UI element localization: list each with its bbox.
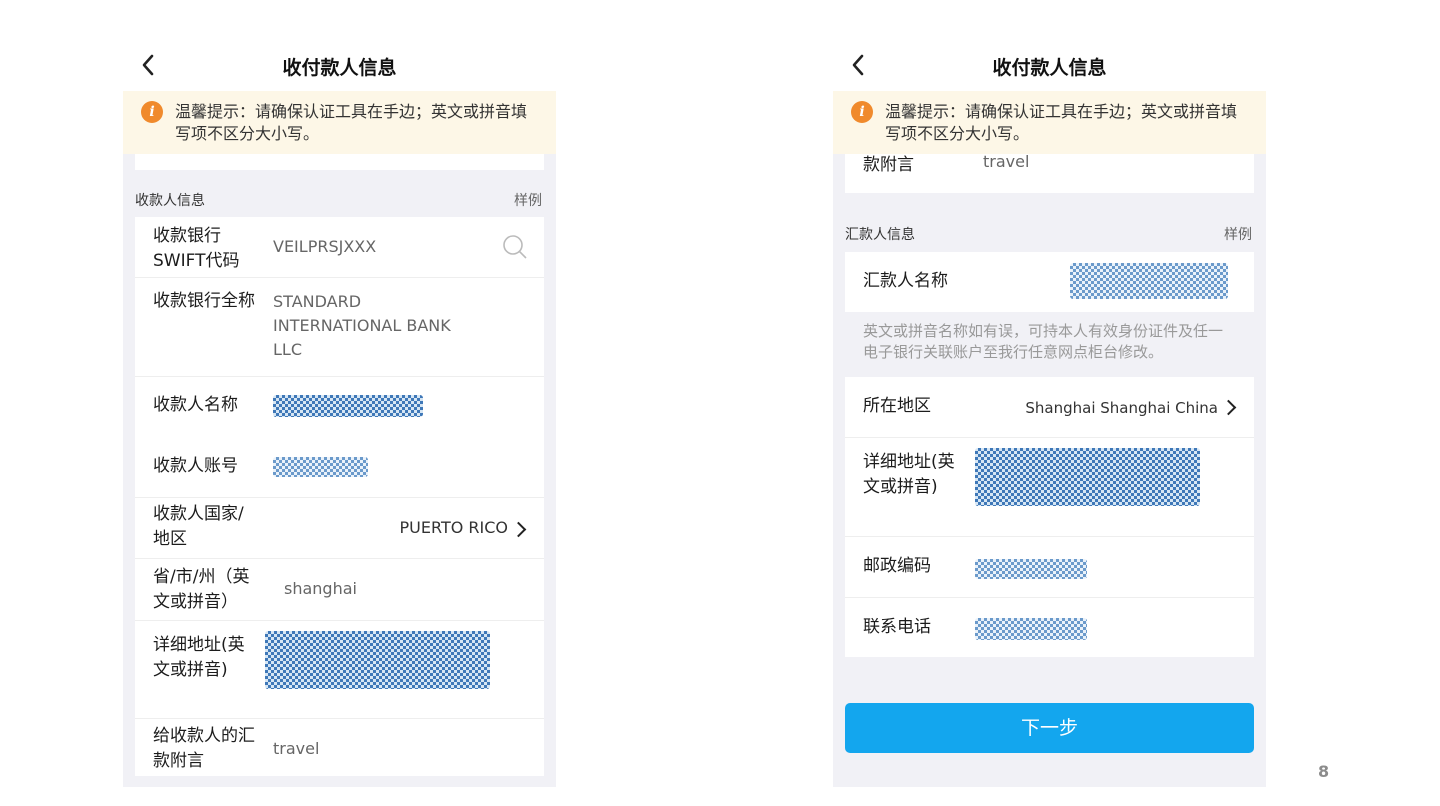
swift-label: 收款银行SWIFT代码 (153, 226, 240, 271)
remitter-name-label: 汇款人名称 (863, 271, 948, 291)
memo-label: 给收款人的汇款附言 (153, 726, 255, 771)
section-header: 收款人信息 样例 (135, 190, 544, 210)
province-label: 省/市/州（英文或拼音） (153, 567, 250, 612)
remitter-name-redacted (1070, 263, 1228, 299)
section-title: 汇款人信息 (845, 227, 915, 243)
phone-label: 联系电话 (863, 617, 931, 637)
scrolled-card-edge (135, 154, 544, 170)
info-icon: i (851, 101, 873, 123)
address-row[interactable]: 详细地址(英文或拼音) (135, 621, 544, 719)
tip-text: 温馨提示：请确保认证工具在手边；英文或拼音填写项不区分大小写。 (175, 102, 528, 143)
region-label: 所在地区 (863, 396, 931, 416)
sample-link[interactable]: 样例 (514, 190, 542, 210)
right-screen: 收付款人信息 给收款人的汇款附言 travel i 温馨提示：请确保认证工具在手… (833, 40, 1266, 787)
bank-name-value: STANDARD INTERNATIONAL BANK LLC (273, 292, 451, 359)
country-value[interactable]: PUERTO RICO (400, 516, 508, 540)
region-value[interactable]: Shanghai Shanghai China (1025, 396, 1218, 420)
address-label: 详细地址(英文或拼音) (863, 452, 955, 497)
payee-name-redacted (273, 395, 423, 417)
payee-account-redacted (273, 457, 368, 477)
region-row[interactable]: 所在地区 Shanghai Shanghai China (845, 377, 1254, 438)
sample-link[interactable]: 样例 (1224, 224, 1252, 244)
info-icon: i (141, 101, 163, 123)
country-row[interactable]: 收款人国家/地区 PUERTO RICO (135, 498, 544, 559)
tip-text: 温馨提示：请确保认证工具在手边；英文或拼音填写项不区分大小写。 (885, 102, 1238, 143)
tip-banner: i 温馨提示：请确保认证工具在手边；英文或拼音填写项不区分大小写。 (123, 91, 556, 154)
address-redacted (265, 631, 490, 689)
next-step-button[interactable]: 下一步 (845, 703, 1254, 753)
province-value[interactable]: shanghai (284, 577, 357, 601)
page-title: 收付款人信息 (282, 57, 397, 79)
search-icon[interactable] (502, 234, 528, 264)
section-title: 收款人信息 (135, 193, 205, 209)
phone-redacted (975, 618, 1087, 640)
chevron-right-icon (510, 521, 527, 538)
phone-row[interactable]: 联系电话 (845, 598, 1254, 658)
postcode-redacted (975, 559, 1087, 579)
page-number: 8 (1318, 762, 1330, 781)
payee-account-label: 收款人账号 (153, 456, 238, 476)
bank-name-row: 收款银行全称 STANDARD INTERNATIONAL BANK LLC (135, 278, 544, 377)
memo-row[interactable]: 给收款人的汇款附言 travel (135, 719, 544, 779)
chevron-right-icon (1220, 399, 1237, 416)
payee-name-account-row: 收款人名称 收款人账号 (135, 377, 544, 498)
postcode-label: 邮政编码 (863, 556, 931, 576)
country-label: 收款人国家/地区 (153, 504, 244, 549)
left-screen: 收付款人信息 i 温馨提示：请确保认证工具在手边；英文或拼音填写项不区分大小写。… (123, 40, 556, 787)
remitter-name-card: 汇款人名称 (845, 252, 1254, 312)
page-title: 收付款人信息 (992, 57, 1107, 79)
memo-value[interactable]: travel (273, 737, 319, 761)
nav-bar: 收付款人信息 (833, 40, 1266, 91)
name-correction-note: 英文或拼音名称如有误，可持本人有效身份证件及任一电子银行关联账户至我行任意网点柜… (863, 322, 1224, 361)
bank-name-label: 收款银行全称 (153, 291, 255, 311)
section-header: 汇款人信息 样例 (845, 224, 1254, 244)
address-label: 详细地址(英文或拼音) (153, 635, 245, 680)
address-redacted (975, 448, 1200, 506)
postcode-row[interactable]: 邮政编码 (845, 537, 1254, 598)
payee-form: 收款银行SWIFT代码 VEILPRSJXXX 收款银行全称 STANDARD … (135, 217, 544, 776)
province-row[interactable]: 省/市/州（英文或拼音） shanghai (135, 559, 544, 621)
payee-name-label: 收款人名称 (153, 395, 238, 415)
remitter-form: 所在地区 Shanghai Shanghai China 详细地址(英文或拼音)… (845, 377, 1254, 657)
swift-value[interactable]: VEILPRSJXXX (273, 235, 376, 259)
swift-row[interactable]: 收款银行SWIFT代码 VEILPRSJXXX (135, 217, 544, 278)
nav-bar: 收付款人信息 (123, 40, 556, 91)
tip-banner: i 温馨提示：请确保认证工具在手边；英文或拼音填写项不区分大小写。 (833, 91, 1266, 154)
address-row[interactable]: 详细地址(英文或拼音) (845, 438, 1254, 537)
